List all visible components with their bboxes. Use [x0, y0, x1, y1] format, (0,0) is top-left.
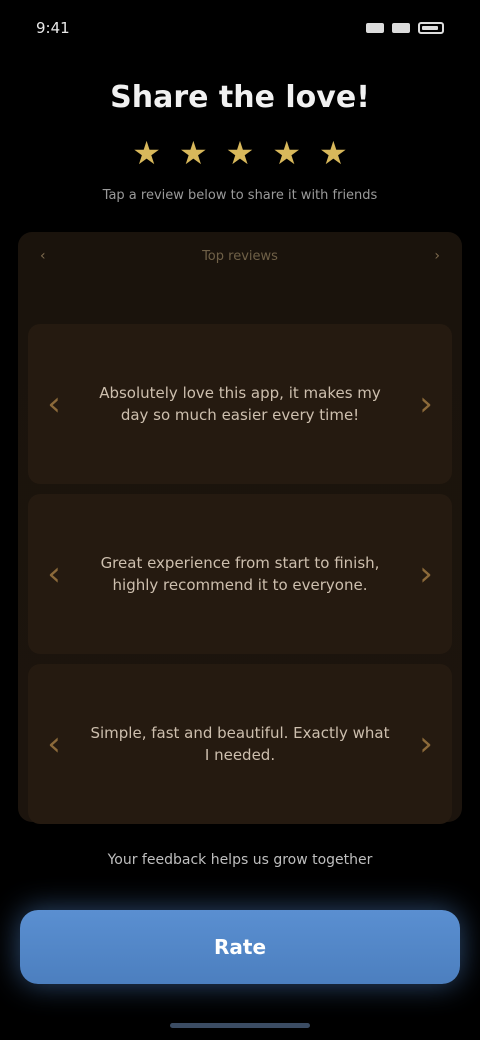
- chevron-right-icon[interactable]: ›: [412, 546, 440, 602]
- review-text: Simple, fast and beautiful. Exactly what…: [90, 724, 390, 764]
- review-panel: ‹ Top reviews › ‹ Absolutely love this a…: [18, 232, 462, 824]
- chevron-left-icon[interactable]: ‹: [40, 376, 68, 432]
- status-bar: 9:41: [0, 0, 480, 56]
- review-text: Great experience from start to finish, h…: [100, 554, 380, 594]
- review-card[interactable]: ‹ Great experience from start to finish,…: [28, 494, 452, 654]
- wifi-icon: [392, 23, 410, 33]
- review-card[interactable]: ‹ Absolutely love this app, it makes my …: [28, 324, 452, 484]
- page-subtitle: Tap a review below to share it with frie…: [102, 188, 378, 203]
- home-indicator[interactable]: [170, 1023, 310, 1028]
- panel-header: ‹ Top reviews ›: [40, 242, 440, 270]
- star-icon[interactable]: ★: [226, 134, 255, 172]
- battery-icon: [418, 22, 444, 34]
- rate-button[interactable]: Rate: [20, 910, 460, 984]
- page-title: Share the love!: [110, 80, 370, 115]
- panel-next[interactable]: ›: [434, 248, 440, 264]
- panel-prev[interactable]: ‹: [40, 248, 46, 264]
- chevron-right-icon[interactable]: ›: [412, 716, 440, 772]
- signal-icon: [366, 23, 384, 33]
- chevron-left-icon[interactable]: ‹: [40, 716, 68, 772]
- star-icon[interactable]: ★: [179, 134, 208, 172]
- review-card[interactable]: ‹ Simple, fast and beautiful. Exactly wh…: [28, 664, 452, 824]
- chevron-left-icon[interactable]: ‹: [40, 546, 68, 602]
- panel-title: Top reviews: [202, 248, 278, 264]
- star-icon[interactable]: ★: [319, 134, 348, 172]
- star-rating[interactable]: ★ ★ ★ ★ ★: [0, 134, 480, 172]
- chevron-right-icon[interactable]: ›: [412, 376, 440, 432]
- star-icon[interactable]: ★: [272, 134, 301, 172]
- status-time: 9:41: [36, 19, 70, 37]
- review-text: Absolutely love this app, it makes my da…: [99, 384, 381, 424]
- star-icon[interactable]: ★: [132, 134, 161, 172]
- footer-hint: Your feedback helps us grow together: [107, 852, 373, 868]
- status-icons: [366, 22, 444, 34]
